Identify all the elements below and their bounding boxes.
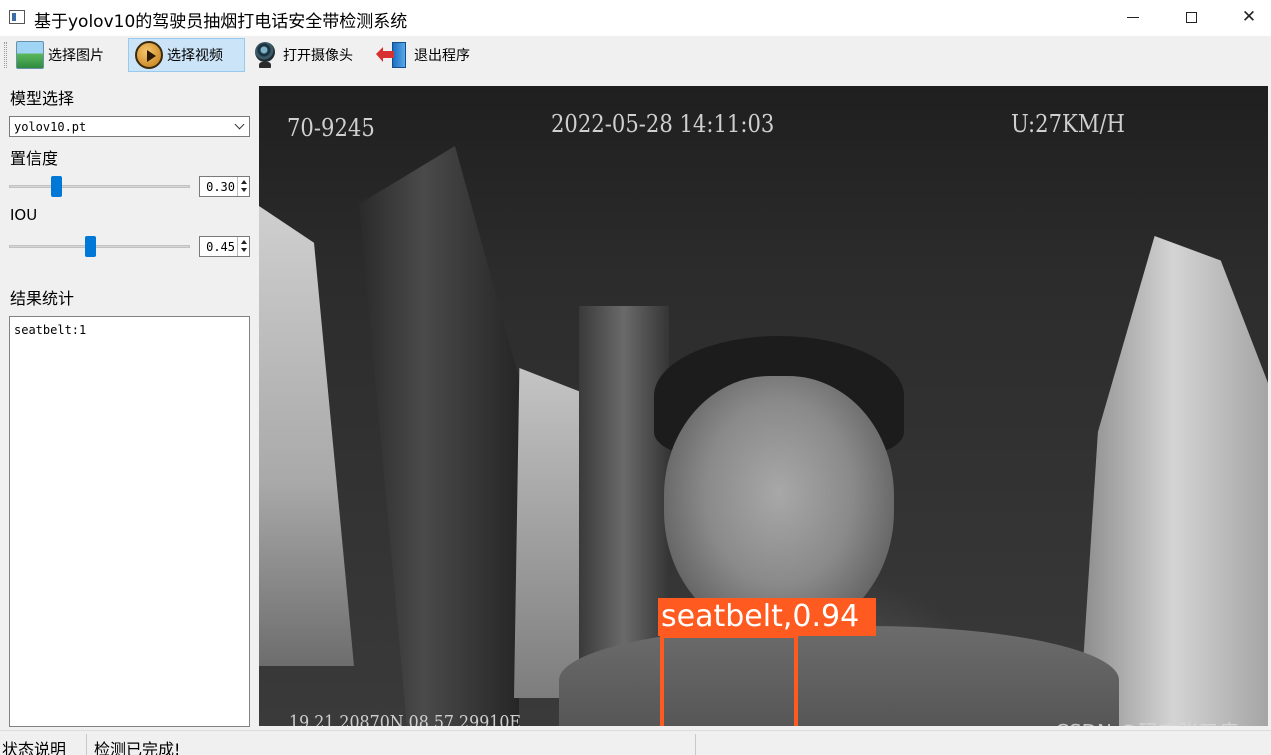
arrow-down-icon[interactable] <box>241 248 247 252</box>
select-video-label: 选择视频 <box>167 48 223 64</box>
status-bar: 状态说明 检测已完成! <box>0 730 1271 755</box>
results-textbox[interactable]: seatbelt:1 <box>9 316 250 727</box>
toolbar: 选择图片 选择视频 打开摄像头 退出程序 <box>0 36 1271 74</box>
overlay-coords: 19.21 20870N 08.57 29910E <box>289 712 522 726</box>
driver-shirt <box>559 626 1119 726</box>
detection-box <box>660 634 798 726</box>
iou-label: IOU <box>10 206 38 224</box>
iou-slider[interactable] <box>9 236 190 257</box>
toolbar-grip[interactable] <box>4 42 7 68</box>
select-image-label: 选择图片 <box>48 48 104 64</box>
model-select-value: yolov10.pt <box>14 120 87 134</box>
iou-slider-handle[interactable] <box>85 236 96 257</box>
video-play-icon <box>135 41 163 69</box>
minimize-icon <box>1127 16 1139 18</box>
app-window: 基于yolov10的驾驶员抽烟打电话安全带检测系统 ✕ 选择图片 选择视频 打开… <box>0 0 1271 755</box>
confidence-spin-arrows[interactable] <box>237 177 249 196</box>
iou-spin-arrows[interactable] <box>237 237 249 256</box>
overlay-plate: 70-9245 <box>287 114 375 142</box>
window-title: 基于yolov10的驾驶员抽烟打电话安全带检测系统 <box>34 12 408 32</box>
confidence-slider-track <box>9 185 190 188</box>
maximize-button[interactable] <box>1162 0 1220 34</box>
open-camera-label: 打开摄像头 <box>283 48 353 64</box>
iou-value: 0.45 <box>206 240 235 254</box>
model-select-dropdown[interactable]: yolov10.pt <box>9 116 250 137</box>
confidence-spinbox[interactable]: 0.30 <box>199 176 250 197</box>
driver-face <box>664 376 894 636</box>
confidence-slider[interactable] <box>9 176 190 197</box>
status-divider <box>86 734 87 755</box>
select-image-button[interactable]: 选择图片 <box>10 38 110 72</box>
detection-label: seatbelt,0.94 <box>658 598 876 636</box>
exit-program-label: 退出程序 <box>414 48 470 64</box>
status-message: 检测已完成! <box>94 740 181 755</box>
confidence-value: 0.30 <box>206 180 235 194</box>
settings-panel: 模型选择 yolov10.pt 置信度 0.30 IOU 0.45 结果统计 s… <box>0 74 256 730</box>
video-display: 70-9245 2022-05-28 14:11:03 U:27KM/H 19.… <box>259 86 1268 726</box>
minimize-button[interactable] <box>1104 0 1162 34</box>
iou-slider-track <box>9 245 190 248</box>
image-icon <box>16 41 44 69</box>
results-label: 结果统计 <box>10 289 75 308</box>
close-icon: ✕ <box>1241 6 1257 27</box>
open-camera-button[interactable]: 打开摄像头 <box>245 38 359 72</box>
arrow-up-icon[interactable] <box>241 180 247 184</box>
model-select-label: 模型选择 <box>10 89 75 108</box>
arrow-up-icon[interactable] <box>241 240 247 244</box>
app-icon <box>9 10 25 24</box>
exit-door-icon <box>376 41 410 69</box>
iou-spinbox[interactable]: 0.45 <box>199 236 250 257</box>
watermark: CSDN @码农张三疯 <box>1055 716 1238 726</box>
overlay-speed: U:27KM/H <box>1011 110 1125 138</box>
arrow-down-icon[interactable] <box>241 188 247 192</box>
select-video-button[interactable]: 选择视频 <box>128 38 245 72</box>
status-label: 状态说明 <box>2 740 67 755</box>
webcam-icon <box>251 41 279 69</box>
overlay-datetime: 2022-05-28 14:11:03 <box>551 110 775 138</box>
chevron-down-icon <box>234 119 245 130</box>
exit-program-button[interactable]: 退出程序 <box>376 38 476 72</box>
close-button[interactable]: ✕ <box>1220 0 1271 34</box>
confidence-slider-handle[interactable] <box>51 176 62 197</box>
status-divider <box>695 734 696 755</box>
maximize-icon <box>1185 11 1197 23</box>
title-bar: 基于yolov10的驾驶员抽烟打电话安全带检测系统 ✕ <box>0 0 1271 36</box>
confidence-label: 置信度 <box>10 149 59 168</box>
